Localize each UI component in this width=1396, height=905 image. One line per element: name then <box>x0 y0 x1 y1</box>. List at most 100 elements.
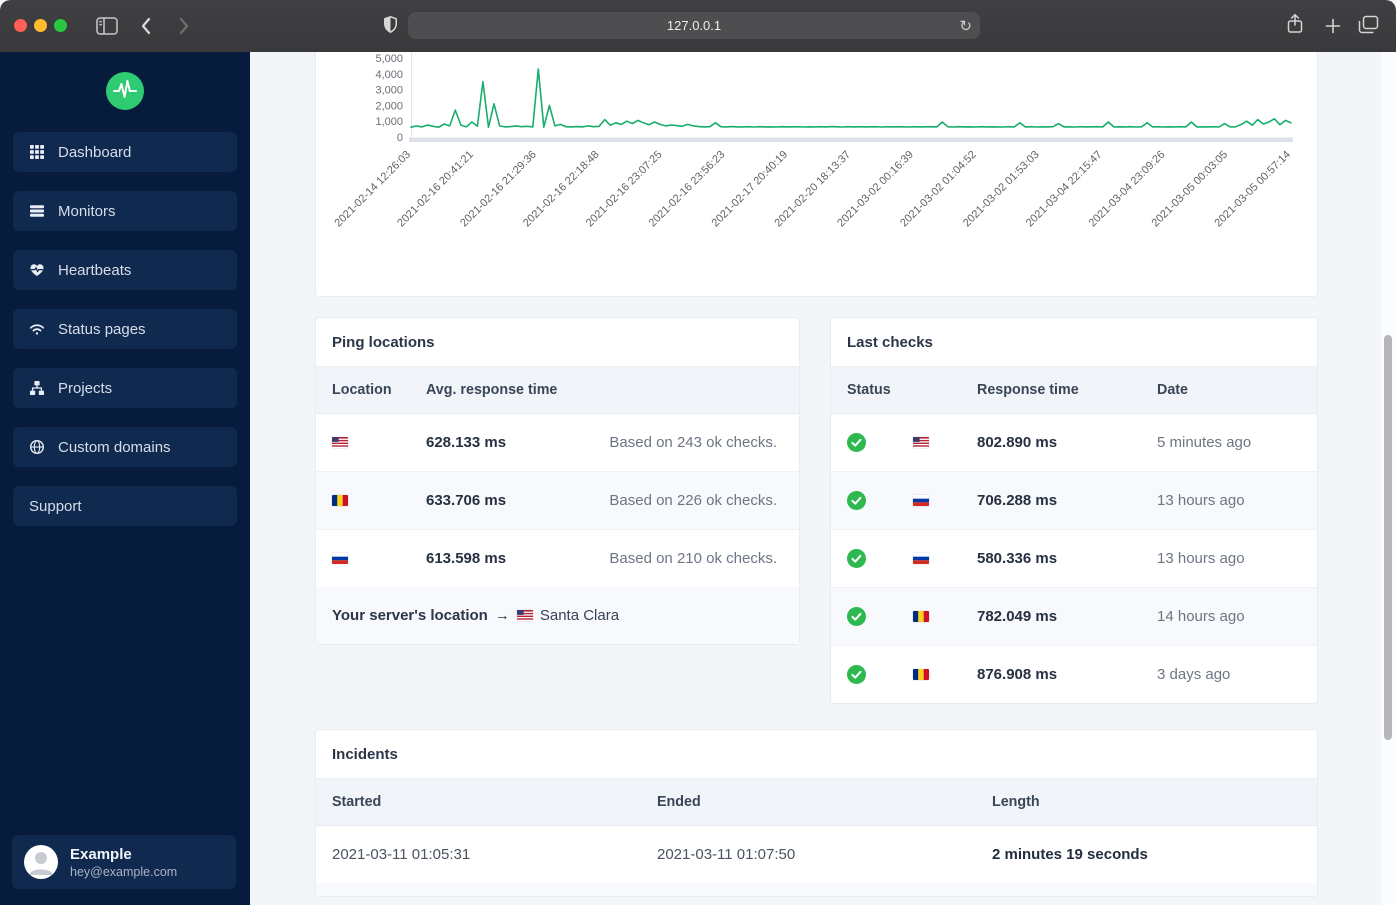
close-window-button[interactable] <box>14 19 27 32</box>
ro-flag-icon <box>913 611 929 622</box>
sidebar-item-label: Monitors <box>58 202 116 220</box>
location-flag-cell <box>332 434 426 451</box>
sidebar-nav: Dashboard Monitors Heartbeats Status pag… <box>0 132 250 526</box>
status-ok-icon <box>847 607 866 626</box>
check-date: 3 days ago <box>1157 666 1231 683</box>
svg-text:3,000: 3,000 <box>375 85 403 97</box>
main-content: 0 1,000 2,000 3,000 4,000 5,000 2021-02-14 12:… <box>250 52 1396 905</box>
sidebar-item-label: Projects <box>58 379 113 397</box>
ru-flag-icon <box>913 553 929 564</box>
column-header: Ended <box>657 794 701 810</box>
location-flag-cell <box>913 492 977 509</box>
ro-flag-icon <box>913 669 929 680</box>
card-title: Ping locations <box>316 318 799 367</box>
url-text: 127.0.0.1 <box>666 18 722 33</box>
wifi-icon <box>29 321 45 337</box>
table-row: 782.049 ms 14 hours ago <box>831 588 1317 646</box>
status-ok-icon <box>847 549 866 568</box>
forward-button[interactable] <box>178 16 190 36</box>
sidebar-item-projects[interactable]: Projects <box>13 368 237 408</box>
new-tab-icon[interactable] <box>1325 18 1341 34</box>
svg-text:4,000: 4,000 <box>375 69 403 81</box>
table-row: 2021-03-11 01:05:31 2021-03-11 01:07:50 … <box>316 826 1317 883</box>
browser-window: 127.0.0.1 ↻ Dashboard Monitors Heartbeat… <box>0 0 1396 905</box>
arrow-right-icon: → <box>494 607 510 624</box>
location-flag-cell <box>913 434 977 451</box>
table-header-row: Location Avg. response time <box>316 367 799 414</box>
table-row: 876.908 ms 3 days ago <box>831 646 1317 703</box>
privacy-shield-icon[interactable] <box>383 15 398 35</box>
check-date: 14 hours ago <box>1157 608 1245 625</box>
sidebar-toggle-icon[interactable] <box>96 17 118 35</box>
location-flag-cell <box>913 666 977 683</box>
last-checks-card: Last checks Status Response time Date 80… <box>830 317 1318 704</box>
sidebar-item-status-pages[interactable]: Status pages <box>13 309 237 349</box>
scrollbar-track <box>1380 52 1396 905</box>
back-button[interactable] <box>140 16 152 36</box>
column-header: Location <box>332 382 392 398</box>
incident-started: 2021-03-11 01:05:31 <box>332 846 471 863</box>
sidebar-item-custom-domains[interactable]: Custom domains <box>13 427 237 467</box>
scrollbar-thumb[interactable] <box>1384 335 1392 740</box>
table-header-row: Started Ended Length <box>316 779 1317 826</box>
sidebar-item-support[interactable]: Support <box>13 486 237 526</box>
user-email: hey@example.com <box>70 864 178 879</box>
column-header: Avg. response time <box>426 382 558 398</box>
location-flag-cell <box>332 492 426 509</box>
table-row: 706.288 ms 13 hours ago <box>831 472 1317 530</box>
avatar <box>24 845 58 879</box>
incident-ended: 2021-03-11 01:07:50 <box>657 846 796 863</box>
zoom-window-button[interactable] <box>54 19 67 32</box>
response-time: 580.336 ms <box>977 550 1058 567</box>
incident-length: 2 minutes 19 seconds <box>992 846 1148 863</box>
card-title: Last checks <box>831 318 1317 367</box>
status-cell <box>847 607 913 626</box>
sidebar-item-label: Dashboard <box>58 143 132 161</box>
sidebar-item-label: Custom domains <box>58 438 171 456</box>
status-cell <box>847 665 913 684</box>
minimize-window-button[interactable] <box>34 19 47 32</box>
address-bar[interactable]: 127.0.0.1 ↻ <box>408 12 980 39</box>
ping-locations-card: Ping locations Location Avg. response ti… <box>315 317 800 645</box>
avg-response-time: 628.133 ms <box>426 434 507 451</box>
sidebar-item-label: Status pages <box>58 320 146 338</box>
checks-note: Based on 210 ok checks. <box>609 550 777 567</box>
us-flag-icon <box>516 610 533 621</box>
column-header: Response time <box>977 382 1079 398</box>
table-row: 580.336 ms 13 hours ago <box>831 530 1317 588</box>
checks-note: Based on 243 ok checks. <box>609 434 777 451</box>
response-time: 706.288 ms <box>977 492 1058 509</box>
location-flag-cell <box>332 550 426 567</box>
us-flag-icon <box>332 437 348 448</box>
status-ok-icon <box>847 665 866 684</box>
column-header: Started <box>332 794 382 810</box>
table-header-row: Status Response time Date <box>831 367 1317 414</box>
tab-overview-icon[interactable] <box>1358 15 1379 34</box>
sidebar: Dashboard Monitors Heartbeats Status pag… <box>0 52 250 905</box>
ro-flag-icon <box>332 495 348 506</box>
svg-text:2,000: 2,000 <box>375 100 403 112</box>
grid-icon <box>29 144 45 160</box>
server-location-value: Santa Clara <box>539 607 620 624</box>
app-logo[interactable] <box>106 72 144 110</box>
heart-pulse-icon <box>29 262 45 278</box>
response-time: 802.890 ms <box>977 434 1058 451</box>
server-location-label: Your server's location <box>332 607 488 624</box>
sidebar-item-heartbeats[interactable]: Heartbeats <box>13 250 237 290</box>
reload-icon[interactable]: ↻ <box>959 12 972 39</box>
svg-text:5,000: 5,000 <box>375 53 403 65</box>
checks-note: Based on 226 ok checks. <box>609 492 777 509</box>
globe-icon <box>29 439 45 455</box>
sidebar-item-label: Support <box>29 497 82 515</box>
status-ok-icon <box>847 433 866 452</box>
table-row: 613.598 ms Based on 210 ok checks. <box>316 530 799 587</box>
column-header: Length <box>992 794 1040 810</box>
column-header: Status <box>847 382 891 398</box>
user-account-card[interactable]: Example hey@example.com <box>12 835 236 889</box>
sidebar-item-monitors[interactable]: Monitors <box>13 191 237 231</box>
location-flag-cell <box>913 550 977 567</box>
card-title: Incidents <box>316 730 1317 779</box>
check-date: 13 hours ago <box>1157 492 1245 509</box>
share-icon[interactable] <box>1286 13 1304 35</box>
sidebar-item-dashboard[interactable]: Dashboard <box>13 132 237 172</box>
